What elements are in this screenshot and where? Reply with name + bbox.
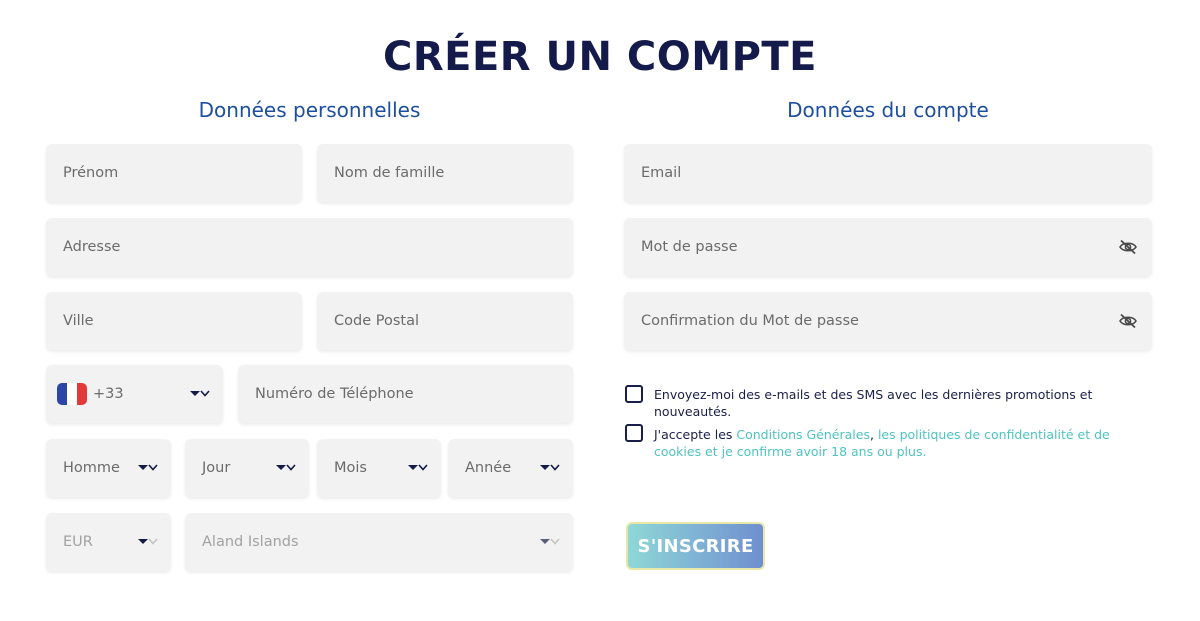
chevron-down-icon [138,464,158,471]
password-confirm-placeholder: Confirmation du Mot de passe [641,313,859,329]
email-input[interactable]: Email [624,144,1152,202]
address-placeholder: Adresse [63,239,121,255]
first-name-input[interactable]: Prénom [46,144,302,202]
last-name-placeholder: Nom de famille [334,165,445,181]
page-title: CRÉER UN COMPTE [382,34,817,80]
password-confirm-input[interactable]: Confirmation du Mot de passe [624,292,1152,350]
day-value: Jour [202,460,231,476]
chevron-down-icon [276,464,296,471]
chevron-down-icon [408,464,428,471]
chevron-down-icon [138,538,158,545]
phone-code-value: +33 [93,386,124,402]
gender-value: Homme [63,460,120,476]
phone-code-select[interactable]: +33 [46,365,223,423]
eye-slash-icon[interactable] [1118,313,1138,329]
terms-consent-checkbox[interactable] [625,424,643,442]
phone-number-placeholder: Numéro de Téléphone [255,386,414,402]
currency-select[interactable]: EUR [46,513,171,571]
france-flag-icon [57,383,87,405]
year-value: Année [465,460,512,476]
country-value: Aland Islands [202,534,299,550]
terms-prefix: J'accepte les [654,427,737,442]
marketing-consent-label: Envoyez-moi des e-mails et des SMS avec … [654,387,1093,419]
password-placeholder: Mot de passe [641,239,738,255]
day-select[interactable]: Jour [185,439,309,497]
city-input[interactable]: Ville [46,292,302,350]
city-placeholder: Ville [63,313,94,329]
last-name-input[interactable]: Nom de famille [317,144,573,202]
signup-button[interactable]: S'INSCRIRE [626,522,765,570]
eye-slash-icon[interactable] [1118,239,1138,255]
chevron-down-icon [540,538,560,545]
year-select[interactable]: Année [448,439,573,497]
marketing-consent-row: Envoyez-moi des e-mails et des SMS avec … [625,385,1145,420]
month-select[interactable]: Mois [317,439,441,497]
terms-separator: , [869,427,878,442]
chevron-down-icon [540,464,560,471]
terms-link[interactable]: Conditions Générales [736,427,870,442]
first-name-placeholder: Prénom [63,165,119,181]
address-input[interactable]: Adresse [46,218,573,276]
gender-select[interactable]: Homme [46,439,171,497]
phone-number-input[interactable]: Numéro de Téléphone [238,365,573,423]
chevron-down-icon [190,390,210,397]
marketing-consent-checkbox[interactable] [625,385,643,403]
postal-code-placeholder: Code Postal [334,313,419,329]
terms-consent-row: J'accepte les Conditions Générales, les … [625,424,1145,460]
terms-consent-label: J'accepte les Conditions Générales, les … [654,424,1145,460]
account-data-heading: Données du compte [787,98,989,122]
country-select[interactable]: Aland Islands [185,513,573,571]
personal-data-heading: Données personnelles [198,98,421,122]
email-placeholder: Email [641,165,682,181]
currency-value: EUR [63,534,93,550]
postal-code-input[interactable]: Code Postal [317,292,573,350]
password-input[interactable]: Mot de passe [624,218,1152,276]
month-value: Mois [334,460,367,476]
